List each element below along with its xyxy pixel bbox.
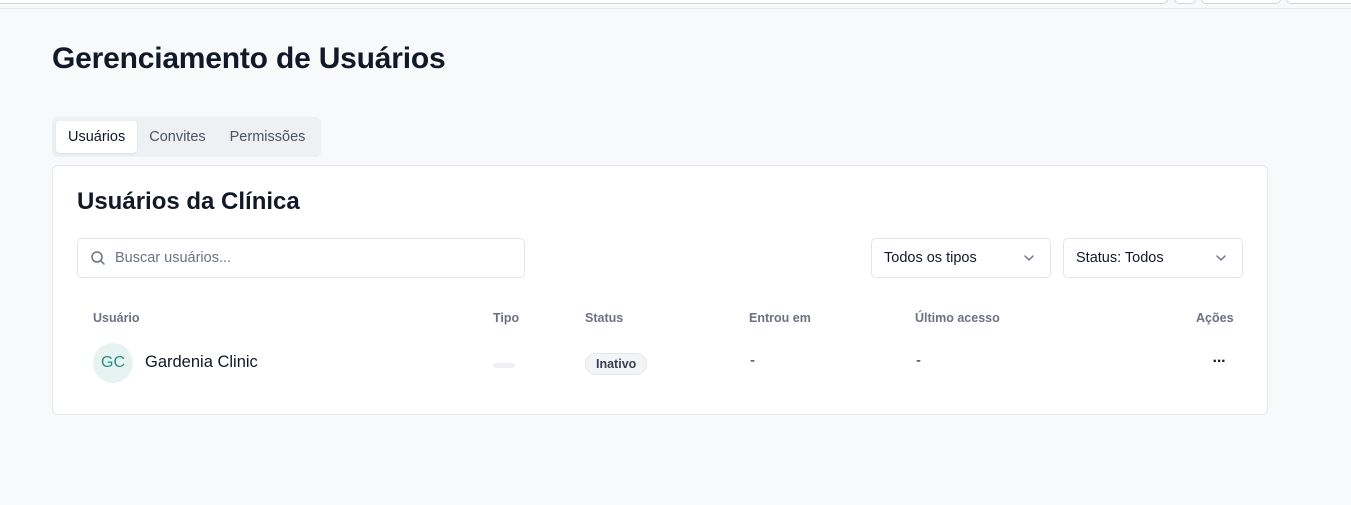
user-name: Gardenia Clinic [145, 353, 258, 371]
page-title: Gerenciamento de Usuários [52, 42, 446, 75]
tab-convites[interactable]: Convites [137, 121, 217, 153]
tab-usuarios[interactable]: Usuários [56, 121, 138, 153]
column-header-entrou-em: Entrou em [749, 311, 811, 325]
last-access: - [916, 352, 921, 369]
tabs-list: Usuários Convites Permissões [52, 117, 322, 157]
toolbar-button-fragment [1174, 0, 1196, 4]
browser-top-strip [0, 0, 1351, 9]
column-header-status: Status [585, 311, 624, 325]
status-filter-select[interactable]: Status: Todos [1063, 238, 1243, 278]
column-header-ultimo-acesso: Último acesso [915, 311, 1000, 325]
joined-date: - [750, 352, 755, 369]
column-header-acoes: Ações [1196, 311, 1234, 325]
chevron-down-icon [1216, 255, 1226, 261]
type-filter-select[interactable]: Todos os tipos [871, 238, 1051, 278]
column-header-usuario: Usuário [93, 311, 140, 325]
card-title: Usuários da Clínica [77, 188, 300, 215]
users-card: Usuários da Clínica Todos os tipos Statu… [52, 165, 1268, 415]
column-header-tipo: Tipo [493, 311, 520, 325]
avatar: GC [93, 343, 133, 383]
tab-permissoes[interactable]: Permissões [218, 121, 318, 153]
status-badge: Inativo [585, 353, 648, 375]
search-icon [91, 251, 105, 265]
search-input[interactable] [115, 250, 515, 266]
chevron-down-icon [1024, 255, 1034, 261]
row-actions-button[interactable]: ··· [1209, 351, 1229, 373]
toolbar-button-fragment [1201, 0, 1281, 4]
type-placeholder [493, 363, 515, 368]
address-bar-fragment [0, 0, 1168, 4]
toolbar-button-fragment [1286, 0, 1351, 4]
type-filter-value: Todos os tipos [884, 250, 977, 266]
search-box[interactable] [77, 238, 525, 278]
status-filter-value: Status: Todos [1076, 250, 1164, 266]
